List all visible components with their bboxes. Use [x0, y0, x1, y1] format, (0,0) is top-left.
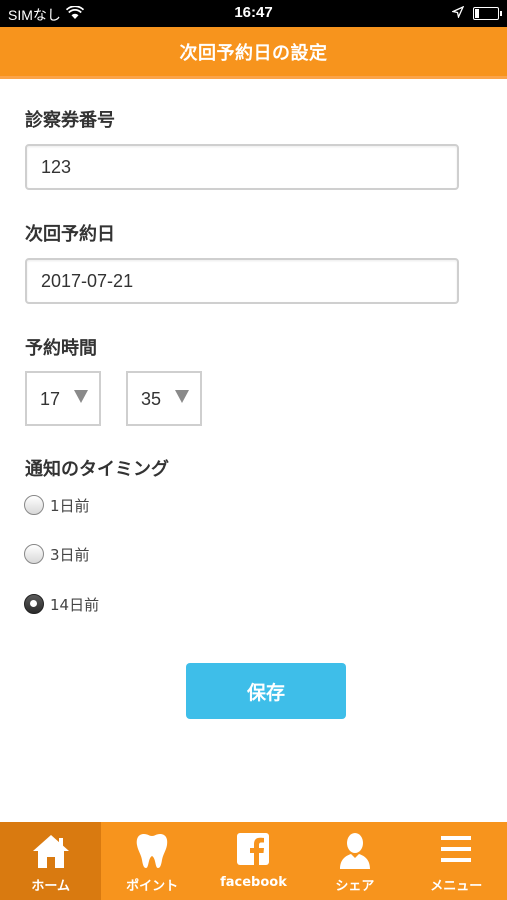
next-date-label: 次回予約日: [25, 224, 115, 245]
tab-points[interactable]: ポイント: [101, 822, 202, 900]
location-arrow-icon: [450, 5, 465, 22]
facebook-icon: [203, 832, 304, 870]
hour-value: 17: [40, 389, 61, 409]
tab-menu[interactable]: メニュー: [406, 822, 507, 900]
timing-option-label: 14日前: [50, 595, 100, 614]
tab-home[interactable]: ホーム: [0, 822, 102, 900]
home-icon: [0, 832, 101, 870]
radio-button[interactable]: [24, 495, 44, 515]
save-button[interactable]: 保存: [186, 663, 346, 719]
tooth-icon: [101, 832, 202, 870]
menu-icon: [406, 832, 507, 870]
tab-label: facebook: [220, 875, 287, 890]
timing-option-label: 1日前: [50, 496, 90, 515]
radio-button[interactable]: [24, 544, 44, 564]
battery-icon: [473, 7, 502, 20]
minute-value: 35: [141, 389, 162, 409]
timing-label: 通知のタイミング: [25, 459, 169, 480]
person-icon: [304, 832, 405, 870]
status-bar: SIMなし 16:47: [0, 0, 507, 27]
tab-label: シェア: [335, 879, 375, 894]
tab-share[interactable]: シェア: [304, 822, 405, 900]
clock: 16:47: [234, 4, 273, 21]
tab-label: ポイント: [126, 879, 179, 894]
timing-option-1day[interactable]: 1日前: [24, 493, 90, 517]
chevron-down-icon: [74, 390, 88, 403]
radio-button-checked[interactable]: [24, 594, 44, 614]
time-label: 予約時間: [25, 338, 97, 359]
minute-select[interactable]: 35: [126, 371, 202, 426]
tab-facebook[interactable]: facebook: [203, 822, 304, 900]
next-date-input[interactable]: 2017-07-21: [25, 258, 459, 304]
timing-option-label: 3日前: [50, 545, 90, 564]
tab-bar: ホーム ポイント facebook シェア メニュー: [0, 822, 507, 900]
timing-option-14days[interactable]: 14日前: [24, 592, 99, 616]
tab-label: メニュー: [430, 879, 483, 894]
timing-option-3days[interactable]: 3日前: [24, 542, 90, 566]
patient-card-label: 診察券番号: [25, 110, 115, 131]
tab-label: ホーム: [31, 879, 70, 894]
chevron-down-icon: [175, 390, 189, 403]
nav-header: 次回予約日の設定: [0, 27, 507, 79]
page-title: 次回予約日の設定: [179, 42, 328, 64]
hour-select[interactable]: 17: [25, 371, 101, 426]
patient-card-input[interactable]: 123: [25, 144, 459, 190]
